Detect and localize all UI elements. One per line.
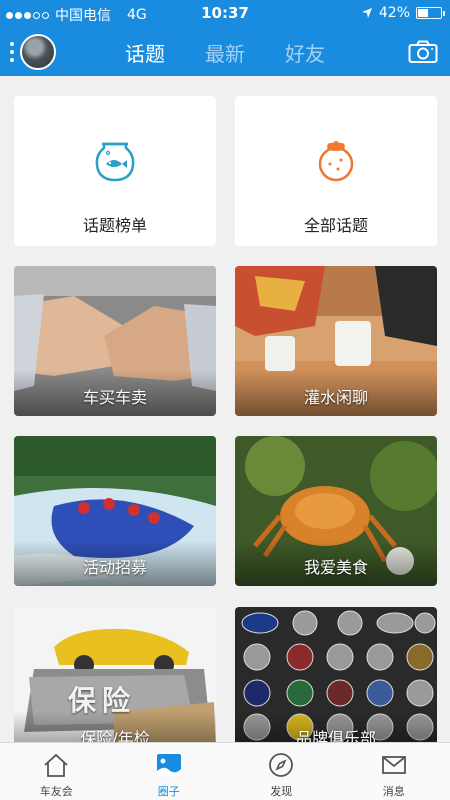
card-label: 全部话题	[303, 216, 368, 235]
bottom-nav-label: 发现	[270, 785, 293, 798]
tab-latest[interactable]: 最新	[205, 38, 245, 67]
card-all-topics[interactable]: 全部话题	[235, 96, 437, 246]
battery-percent: 42%	[378, 5, 410, 21]
top-nav: 话题 最新 好友	[0, 28, 450, 76]
card-label: 话题榜单	[82, 216, 147, 235]
status-bar: 中国电信 4G 10:37 42%	[0, 0, 450, 28]
card-insurance[interactable]: 保险 保险/年检	[14, 607, 216, 757]
bottom-nav-messages[interactable]: 消息	[338, 743, 450, 800]
tab-bar: 话题 最新 好友	[0, 38, 450, 67]
bottom-nav-label: 车友会	[39, 785, 73, 798]
compass-icon	[269, 753, 294, 777]
bottom-nav: 车友会 圈子 发现 消息	[0, 742, 450, 800]
card-food[interactable]: 我爱美食	[235, 436, 437, 586]
card-event-recruit[interactable]: 活动招募	[14, 436, 216, 586]
card-label: 灌水闲聊	[303, 388, 368, 407]
bottom-nav-car-club[interactable]: 车友会	[0, 743, 113, 800]
card-label: 活动招募	[82, 558, 147, 577]
camera-icon[interactable]	[408, 40, 438, 64]
card-brand-club[interactable]: 品牌俱乐部	[235, 607, 437, 757]
bottom-nav-label: 消息	[382, 785, 405, 798]
card-chit-chat[interactable]: 灌水闲聊	[235, 266, 437, 416]
battery-icon	[416, 7, 445, 19]
location-arrow-icon	[361, 8, 372, 18]
mail-icon	[381, 756, 406, 774]
bottom-nav-discover[interactable]: 发现	[225, 743, 338, 800]
card-label: 车买车卖	[82, 388, 147, 407]
card-label: 我爱美食	[303, 558, 368, 577]
tab-topics[interactable]: 话题	[125, 38, 165, 67]
card-car-trading[interactable]: 车买车卖	[14, 266, 216, 416]
home-icon	[44, 753, 68, 777]
fishbowl-icon	[95, 142, 135, 182]
orange-icon	[318, 141, 354, 182]
card-topic-ranking[interactable]: 话题榜单	[14, 96, 216, 246]
circle-image-icon	[156, 754, 181, 776]
tab-friends[interactable]: 好友	[285, 38, 325, 67]
bottom-nav-circle[interactable]: 圈子	[113, 743, 226, 800]
bottom-nav-label: 圈子	[157, 785, 180, 798]
